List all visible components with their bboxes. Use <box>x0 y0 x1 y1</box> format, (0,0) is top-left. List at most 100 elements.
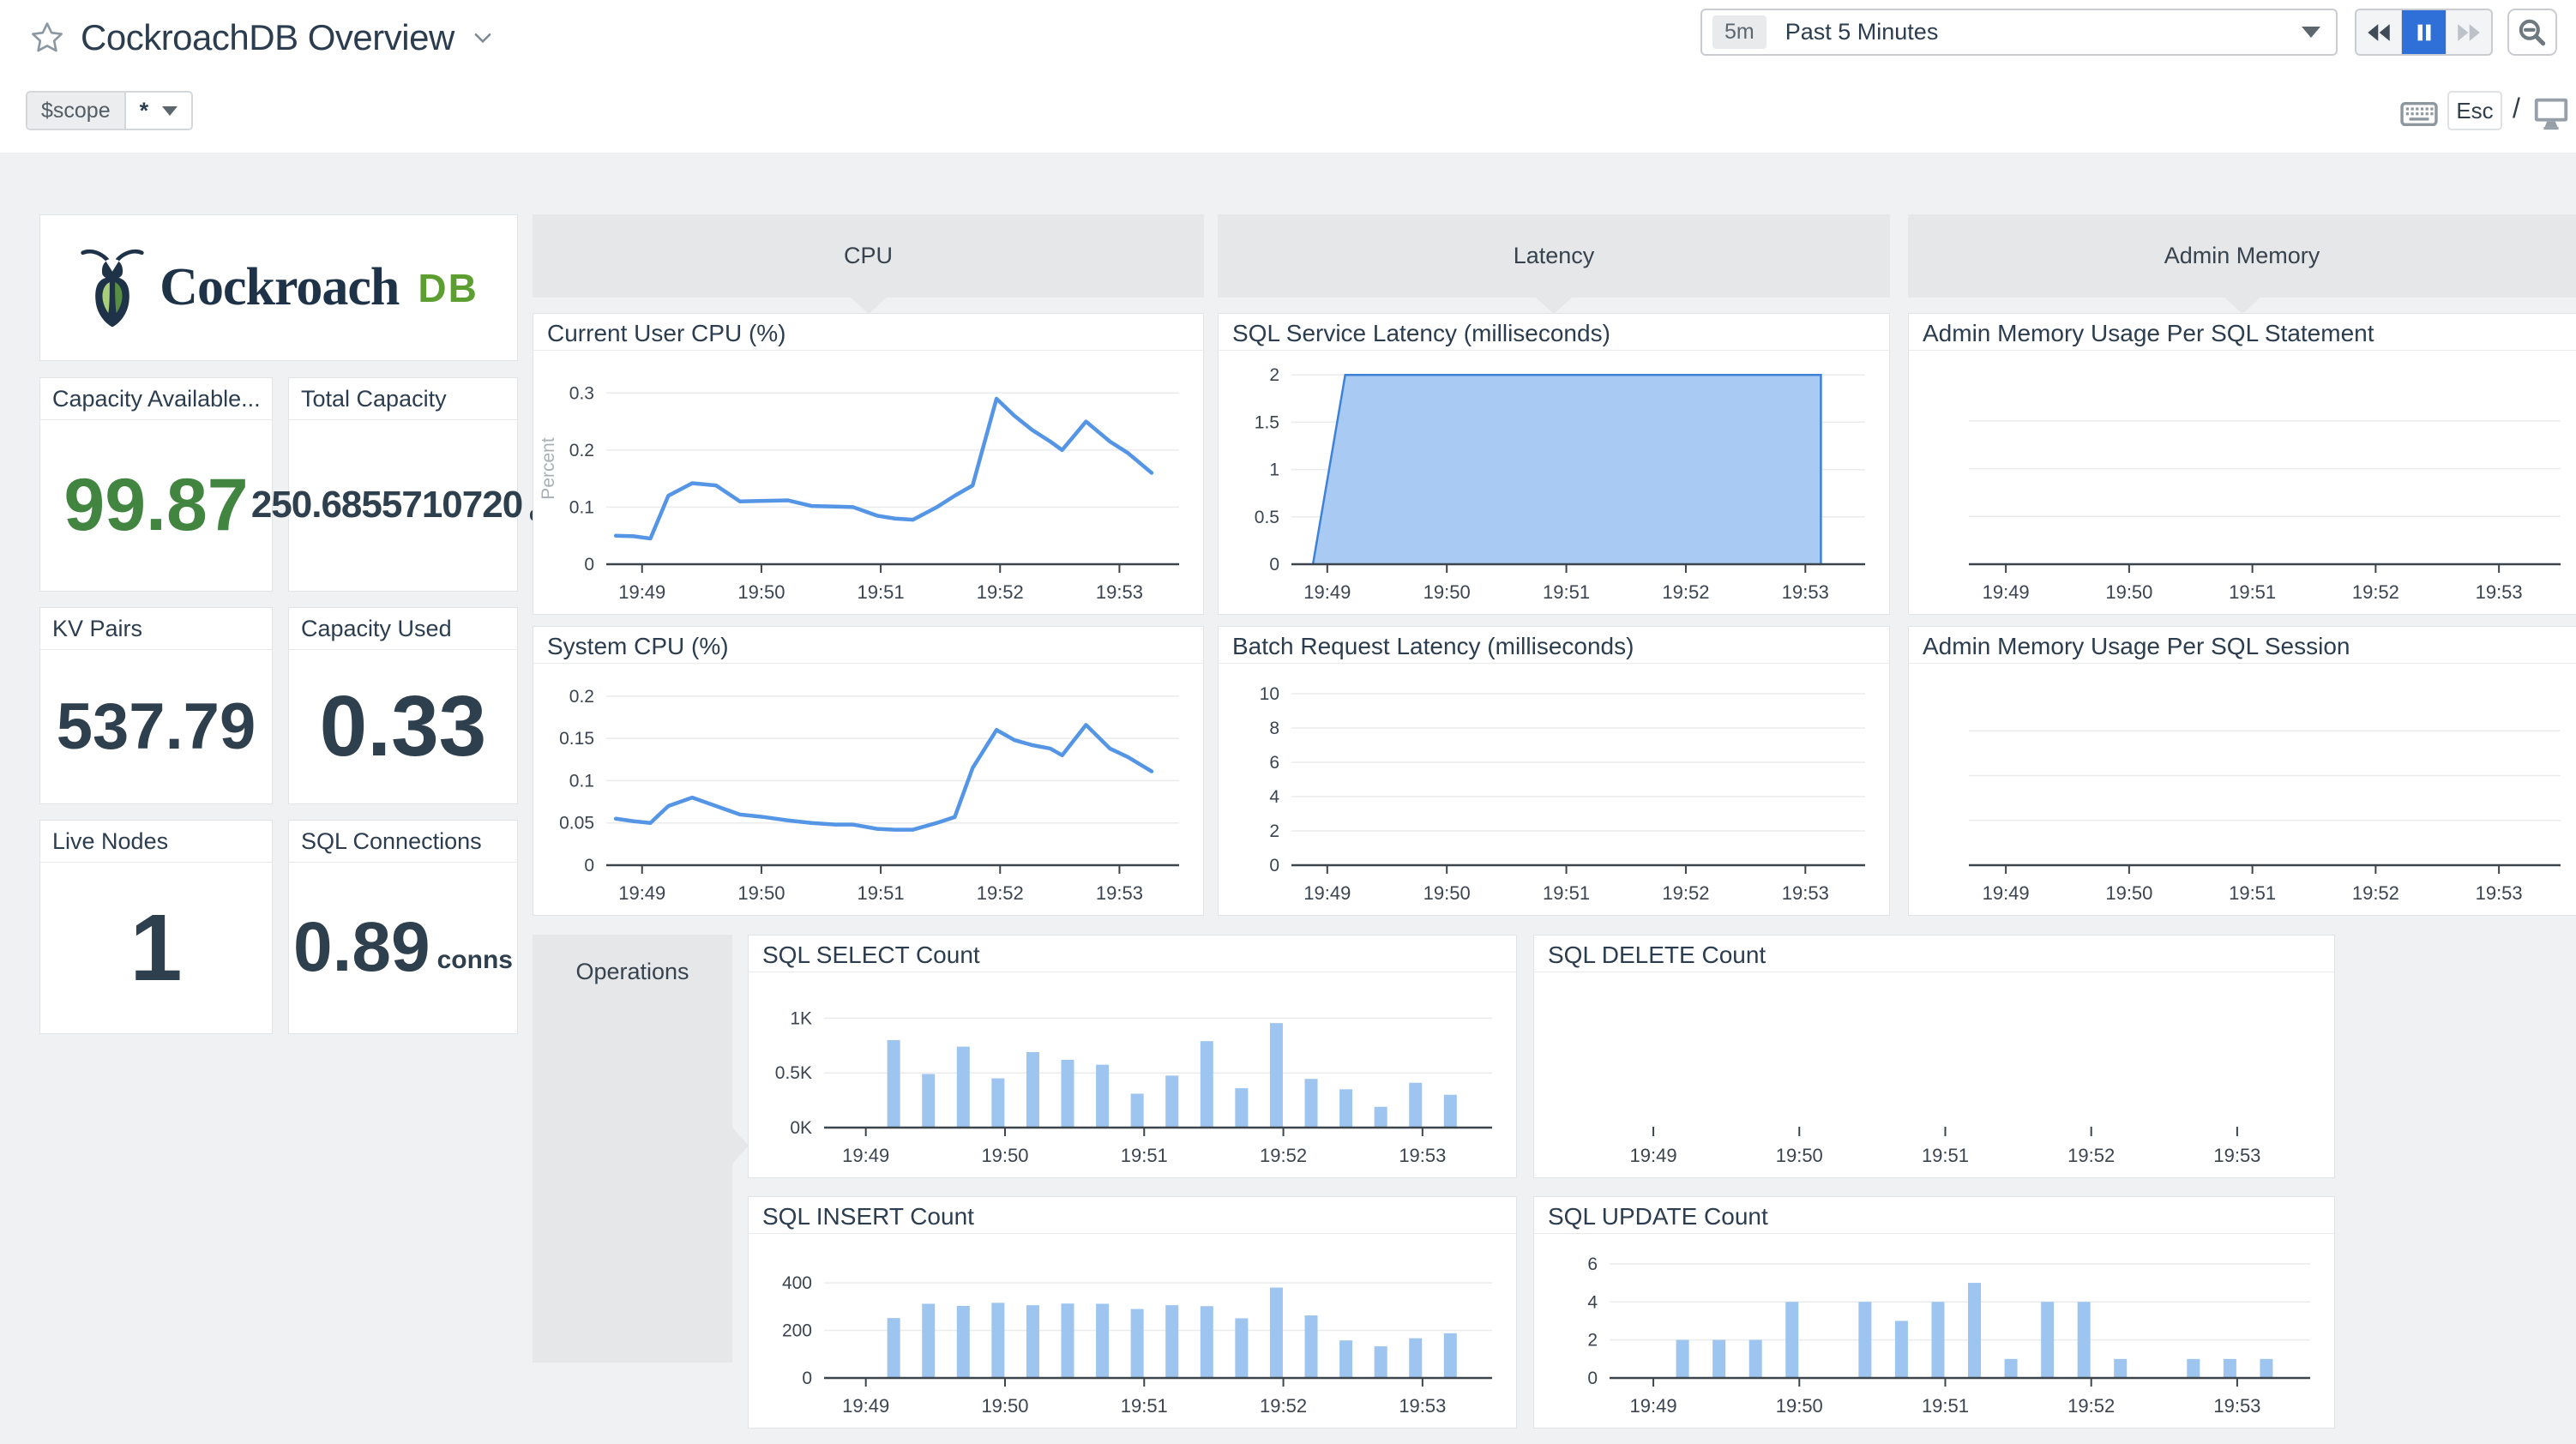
svg-text:19:50: 19:50 <box>1776 1145 1823 1166</box>
svg-text:19:51: 19:51 <box>858 581 905 603</box>
chart-plot-area[interactable]: 19:49 19:50 19:51 19:52 19:53 0 0.5 1 1.5 2 <box>1219 351 1889 614</box>
stat-value: 1 <box>129 894 183 1001</box>
chart-title: SQL SELECT Count <box>749 936 1516 972</box>
stat-label: Capacity Available... <box>40 378 272 420</box>
svg-text:0.2: 0.2 <box>569 687 594 707</box>
esc-key-label: Esc <box>2456 97 2494 123</box>
pause-button[interactable] <box>2401 10 2447 54</box>
stat-label: SQL Connections <box>289 821 517 863</box>
chart-plot-area[interactable]: 19:49 19:50 19:51 19:52 19:53 0 0.1 0.2 0.3 Perce… <box>533 351 1203 614</box>
svg-text:19:49: 19:49 <box>618 882 665 904</box>
chart-title: Batch Request Latency (milliseconds) <box>1219 627 1889 664</box>
chart-title: SQL Service Latency (milliseconds) <box>1219 314 1889 351</box>
svg-text:19:53: 19:53 <box>1096 882 1143 904</box>
svg-text:19:51: 19:51 <box>1121 1145 1168 1166</box>
stat-label: Total Capacity <box>289 378 517 420</box>
svg-text:19:53: 19:53 <box>2213 1145 2260 1166</box>
monitor-icon[interactable] <box>2531 94 2571 132</box>
svg-text:0: 0 <box>584 856 594 875</box>
svg-text:2: 2 <box>1269 821 1279 841</box>
chart-title: Admin Memory Usage Per SQL Session <box>1909 627 2576 664</box>
group-label: CPU <box>843 243 893 268</box>
svg-text:Percent: Percent <box>539 437 558 500</box>
chart-plot-area[interactable]: 19:49 19:50 19:51 19:52 19:53 0 200 400 <box>749 1234 1516 1428</box>
stat-kv-pairs: KV Pairs 537.79 <box>39 607 273 804</box>
dashboard-header: CockroachDB Overview <box>29 15 496 60</box>
chart-sql-update-count: SQL UPDATE Count 19:49 19:50 19:51 19:52 19:… <box>1533 1196 2335 1429</box>
chart-plot-area[interactable]: 19:49 19:50 19:51 19:52 19:53 <box>1909 351 2576 614</box>
svg-text:19:50: 19:50 <box>981 1395 1028 1417</box>
page-title: CockroachDB Overview <box>81 17 454 57</box>
svg-text:19:52: 19:52 <box>2067 1145 2115 1166</box>
logo-suffix: DB <box>418 265 478 310</box>
chart-plot-area[interactable]: 19:49 19:50 19:51 19:52 19:53 <box>1534 972 2334 1177</box>
svg-text:19:53: 19:53 <box>1782 581 1829 603</box>
svg-text:19:53: 19:53 <box>2476 581 2523 603</box>
scope-value-text: * <box>139 97 149 123</box>
chart-sql-select-count: SQL SELECT Count 19:49 19:50 19:51 19:52 19:… <box>748 935 1517 1178</box>
svg-text:19:53: 19:53 <box>2476 882 2523 904</box>
rewind-button[interactable] <box>2356 10 2402 54</box>
svg-text:19:51: 19:51 <box>2229 882 2276 904</box>
chart-title: Current User CPU (%) <box>533 314 1203 351</box>
group-header-cpu[interactable]: CPU <box>533 214 1204 314</box>
svg-text:0K: 0K <box>790 1118 812 1138</box>
template-variable-scope[interactable]: $scope * <box>26 91 194 130</box>
chart-system-cpu: System CPU (%) 19:49 19:50 19:51 19:52 19:53… <box>533 626 1204 916</box>
chart-title: SQL UPDATE Count <box>1534 1197 2334 1234</box>
chart-plot-area[interactable]: 19:49 19:50 19:51 19:52 19:53 <box>1909 664 2576 915</box>
svg-text:0.5: 0.5 <box>1255 508 1279 527</box>
svg-text:1.5: 1.5 <box>1255 412 1279 432</box>
chart-title: System CPU (%) <box>533 627 1203 664</box>
group-header-admin-memory[interactable]: Admin Memory <box>1908 214 2576 314</box>
svg-text:19:49: 19:49 <box>842 1145 889 1166</box>
chart-plot-area[interactable]: 19:49 19:50 19:51 19:52 19:53 0 2 4 6 <box>1534 1234 2334 1428</box>
time-range-picker[interactable]: 5m Past 5 Minutes <box>1700 9 2338 56</box>
stat-total-capacity: Total Capacity 250.6855710720 GB <box>251 377 555 592</box>
svg-text:0.2: 0.2 <box>569 441 594 460</box>
chevron-down-icon[interactable] <box>470 25 496 51</box>
playback-controls <box>2355 9 2493 56</box>
svg-text:19:49: 19:49 <box>1983 581 2030 603</box>
chart-sql-delete-count: SQL DELETE Count 19:49 19:50 19:51 19:52 19:… <box>1533 935 2335 1178</box>
svg-text:19:49: 19:49 <box>842 1395 889 1417</box>
svg-text:8: 8 <box>1269 719 1279 738</box>
stat-value: 537.79 <box>56 689 256 763</box>
svg-text:19:50: 19:50 <box>1776 1395 1823 1417</box>
group-header-latency[interactable]: Latency <box>1218 214 1890 314</box>
svg-text:19:53: 19:53 <box>1399 1395 1446 1417</box>
scope-variable-name: $scope <box>27 93 126 129</box>
svg-text:19:52: 19:52 <box>977 882 1024 904</box>
stat-value: 0.89 <box>293 908 430 986</box>
svg-text:2: 2 <box>1269 365 1279 385</box>
svg-text:2: 2 <box>1587 1331 1598 1351</box>
stat-capacity-available: Capacity Available... 99.87 <box>39 377 273 592</box>
chart-plot-area[interactable]: 19:49 19:50 19:51 19:52 19:53 0 2 4 6 8 10 <box>1219 664 1889 915</box>
stat-live-nodes: Live Nodes 1 <box>39 820 273 1034</box>
svg-text:19:53: 19:53 <box>1096 581 1143 603</box>
chart-current-user-cpu: Current User CPU (%) 19:49 19:50 19:51 19:5… <box>533 313 1204 615</box>
svg-text:19:50: 19:50 <box>1423 581 1471 603</box>
star-icon[interactable] <box>29 20 65 56</box>
svg-text:19:50: 19:50 <box>2105 581 2152 603</box>
caret-down-icon <box>2302 27 2320 38</box>
fast-forward-button[interactable] <box>2446 10 2491 54</box>
zoom-out-button[interactable] <box>2507 9 2557 56</box>
scope-variable-value[interactable]: * <box>126 93 192 129</box>
svg-text:19:51: 19:51 <box>1922 1395 1969 1417</box>
chart-plot-area[interactable]: 19:49 19:50 19:51 19:52 19:53 0K 0.5K 1K <box>749 972 1516 1177</box>
svg-text:0.1: 0.1 <box>569 771 594 791</box>
svg-text:19:52: 19:52 <box>2352 882 2399 904</box>
svg-text:6: 6 <box>1269 753 1279 773</box>
esc-key-hint: Esc <box>2447 91 2502 130</box>
chart-plot-area[interactable]: 19:49 19:50 19:51 19:52 19:53 0 0.05 0.1 0.15 0.2 <box>533 664 1203 915</box>
svg-text:19:51: 19:51 <box>1922 1145 1969 1166</box>
svg-text:19:51: 19:51 <box>858 882 905 904</box>
stat-sql-connections: SQL Connections 0.89 conns <box>288 820 518 1034</box>
svg-text:0: 0 <box>584 555 594 575</box>
chart-sql-insert-count: SQL INSERT Count 19:49 19:50 19:51 19:52 19:… <box>748 1196 1517 1429</box>
keyboard-icon[interactable] <box>2399 98 2439 130</box>
svg-text:4: 4 <box>1269 787 1279 807</box>
chart-batch-request-latency: Batch Request Latency (milliseconds) 19:… <box>1218 626 1890 916</box>
group-header-operations[interactable]: Operations <box>533 935 749 1363</box>
